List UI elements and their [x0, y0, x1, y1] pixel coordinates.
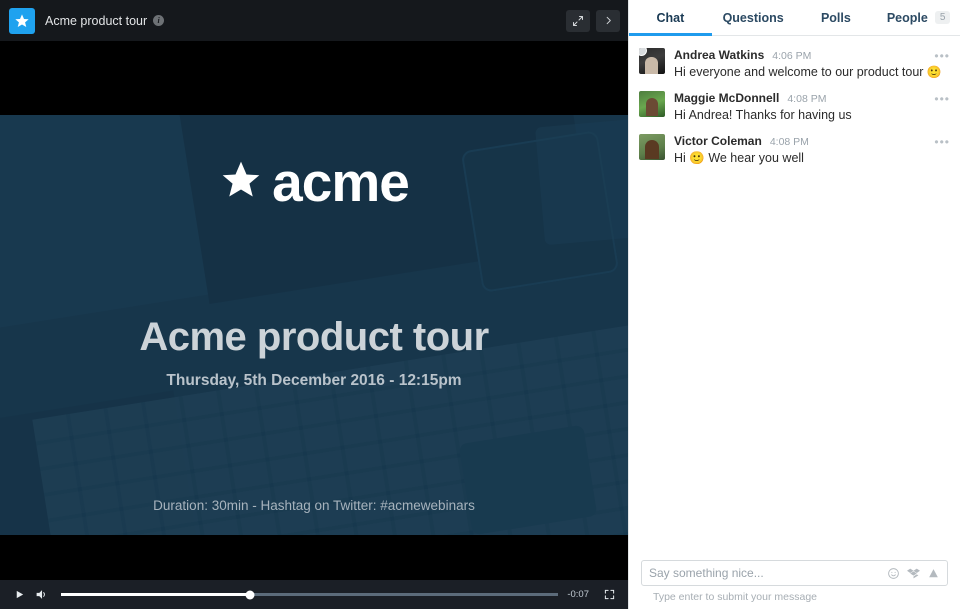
composer-input-wrapper[interactable]	[641, 560, 948, 586]
slide-date: Thursday, 5th December 2016 - 12:15pm	[166, 372, 462, 389]
info-icon[interactable]: i	[153, 15, 165, 26]
more-options-icon[interactable]: •••	[934, 93, 950, 105]
message-text: Hi Andrea! Thanks for having us	[674, 107, 852, 122]
message-text-body: Hi everyone and welcome to our product t…	[674, 65, 927, 79]
message-body: Andrea Watkins 4:06 PM Hi everyone and w…	[674, 48, 948, 81]
message-body: Maggie McDonnell 4:08 PM Hi Andrea! Than…	[674, 91, 948, 124]
more-options-icon[interactable]: •••	[934, 50, 950, 62]
slide-content: acme Acme product tour Thursday, 5th Dec…	[0, 115, 628, 535]
message-composer: Type enter to submit your message	[629, 560, 960, 609]
volume-icon[interactable]	[30, 588, 52, 601]
message-author: Maggie McDonnell	[674, 90, 780, 105]
message-header: Victor Coleman 4:08 PM	[674, 134, 948, 148]
progress-handle[interactable]	[245, 590, 255, 599]
message-text: Hi 🙂 We hear you well	[674, 150, 804, 165]
message-body: Victor Coleman 4:08 PM Hi 🙂 We hear you …	[674, 134, 948, 167]
video-stage: Acme product tour i acme Acme product to…	[0, 0, 628, 609]
star-tile-icon	[9, 7, 35, 34]
emoji-smiley-icon[interactable]	[887, 567, 900, 580]
list-item: Andrea Watkins 4:06 PM Hi everyone and w…	[629, 44, 960, 87]
tab-people-label: People	[886, 10, 928, 25]
play-icon[interactable]	[8, 589, 30, 600]
tab-polls[interactable]: Polls	[795, 0, 878, 35]
message-text: Hi everyone and welcome to our product t…	[674, 64, 948, 81]
slide-viewport: acme Acme product tour Thursday, 5th Dec…	[0, 41, 628, 609]
list-item: Maggie McDonnell 4:08 PM Hi Andrea! Than…	[629, 87, 960, 130]
message-time: 4:08 PM	[787, 92, 827, 105]
emoji-glyph: 🙂	[926, 65, 942, 79]
people-count-badge: 5	[934, 11, 951, 24]
fullscreen-icon[interactable]	[598, 589, 620, 600]
message-header: Andrea Watkins 4:06 PM	[674, 48, 948, 62]
slide-footer-text: Duration: 30min - Hashtag on Twitter: #a…	[153, 498, 475, 513]
message-header: Maggie McDonnell 4:08 PM	[674, 91, 948, 105]
expand-arrows-icon[interactable]	[566, 9, 590, 32]
video-controls: -0:07	[0, 580, 628, 609]
avatar	[639, 48, 665, 74]
list-item: Victor Coleman 4:08 PM Hi 🙂 We hear you …	[629, 130, 960, 173]
message-list: Andrea Watkins 4:06 PM Hi everyone and w…	[629, 36, 960, 560]
avatar	[639, 90, 665, 117]
letterbox-band	[0, 41, 628, 115]
more-options-icon[interactable]: •••	[934, 136, 950, 148]
webinar-app: Acme product tour i acme Acme product to…	[0, 0, 960, 609]
message-author: Victor Coleman	[674, 133, 762, 148]
avatar-badge-icon	[639, 48, 647, 56]
avatar	[639, 133, 665, 160]
page-title: Acme product tour	[45, 13, 148, 28]
acme-logo: acme	[219, 151, 410, 213]
tab-chat-label: Chat	[656, 10, 685, 25]
tab-people[interactable]: People 5	[877, 0, 960, 35]
star-icon	[219, 158, 263, 207]
progress-scrubber[interactable]	[61, 590, 559, 599]
panel-tabs: Chat Questions Polls People 5	[629, 0, 960, 36]
message-time: 4:08 PM	[769, 135, 809, 148]
google-drive-icon[interactable]	[927, 567, 940, 580]
slide-title: Acme product tour	[139, 315, 489, 359]
progress-fill	[61, 593, 250, 596]
presentation-slide: acme Acme product tour Thursday, 5th Dec…	[0, 115, 628, 535]
chat-message-input[interactable]	[649, 566, 880, 580]
acme-logo-text: acme	[272, 151, 410, 213]
stage-topbar: Acme product tour i	[0, 0, 628, 41]
message-time: 4:06 PM	[772, 50, 812, 62]
chat-panel: Chat Questions Polls People 5 Andrea Wat…	[628, 0, 960, 609]
time-remaining: -0:07	[567, 589, 589, 600]
tab-questions-label: Questions	[722, 10, 784, 25]
tab-polls-label: Polls	[820, 10, 851, 25]
composer-hint: Type enter to submit your message	[653, 591, 817, 603]
tab-questions[interactable]: Questions	[712, 0, 795, 35]
message-author: Andrea Watkins	[674, 48, 765, 62]
dropbox-icon[interactable]	[907, 567, 920, 580]
chevron-right-icon[interactable]	[596, 9, 620, 32]
tab-chat[interactable]: Chat	[629, 0, 712, 36]
